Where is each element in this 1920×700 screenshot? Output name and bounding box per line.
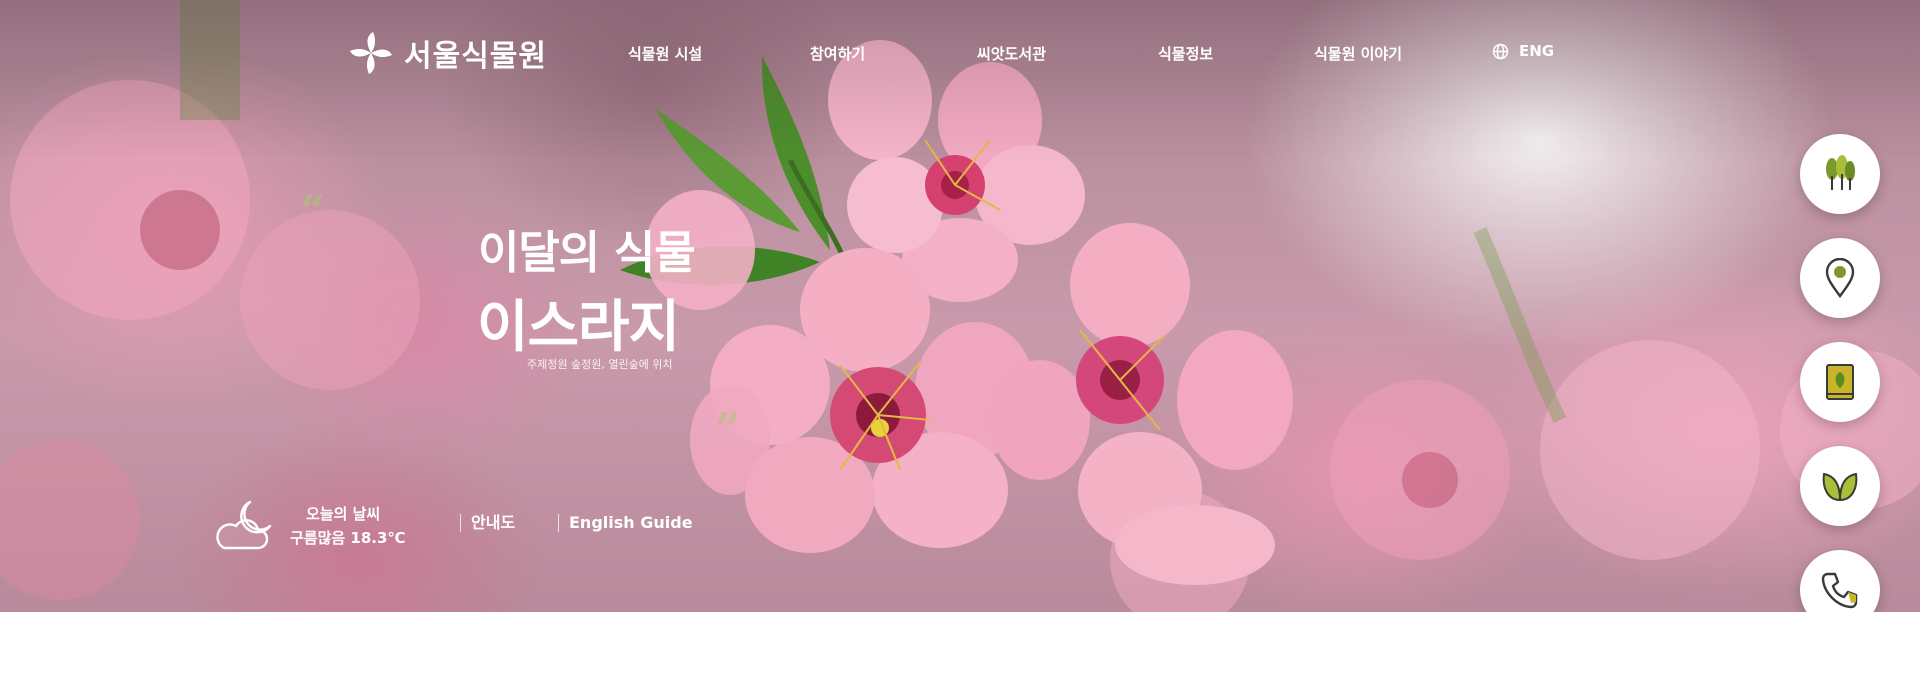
- wave-divider: [0, 612, 1920, 700]
- map-link[interactable]: 안내도: [460, 514, 515, 532]
- weather-label: 오늘의 날씨: [306, 505, 381, 523]
- weather-value: 구름많음 18.3℃: [290, 529, 406, 547]
- trees-icon: [1826, 155, 1855, 190]
- open-quote-mark: “: [300, 186, 326, 237]
- leaf-book-icon: [1826, 364, 1854, 400]
- english-guide-link[interactable]: English Guide: [558, 514, 693, 532]
- pinwheel-logo-icon: [350, 32, 392, 74]
- site-logo[interactable]: 서울식물원: [348, 28, 547, 78]
- cloud-moon-icon: [216, 500, 272, 550]
- nav-item-seed-library[interactable]: 씨앗도서관: [977, 43, 1046, 64]
- language-switch[interactable]: ENG: [1492, 42, 1554, 60]
- featured-location: 주제정원 숲정원, 열린숲에 위치: [527, 358, 673, 371]
- featured-label: 이달의 식물: [478, 226, 696, 279]
- nav-item-participate[interactable]: 참여하기: [810, 43, 865, 64]
- hero-top-shade: [0, 0, 1920, 612]
- quick-menu-guide[interactable]: [1800, 342, 1880, 422]
- close-quote-mark: ”: [715, 404, 741, 455]
- quick-menu-gardens[interactable]: [1800, 134, 1880, 214]
- nav-item-facilities[interactable]: 식물원 시설: [628, 43, 702, 64]
- globe-icon: [1492, 43, 1509, 59]
- nav-item-plant-info[interactable]: 식물정보: [1158, 43, 1213, 64]
- hero-banner: [0, 0, 1920, 612]
- nav-item-stories[interactable]: 식물원 이야기: [1314, 43, 1402, 64]
- sprout-icon: [1822, 472, 1858, 502]
- location-pin-icon: [1825, 258, 1855, 298]
- featured-plant-name[interactable]: 이스라지: [477, 282, 680, 363]
- language-label: ENG: [1519, 42, 1555, 60]
- brand-name: 서울식물원: [404, 39, 547, 74]
- quick-menu-directions[interactable]: [1800, 238, 1880, 318]
- quick-menu-programs[interactable]: [1800, 446, 1880, 526]
